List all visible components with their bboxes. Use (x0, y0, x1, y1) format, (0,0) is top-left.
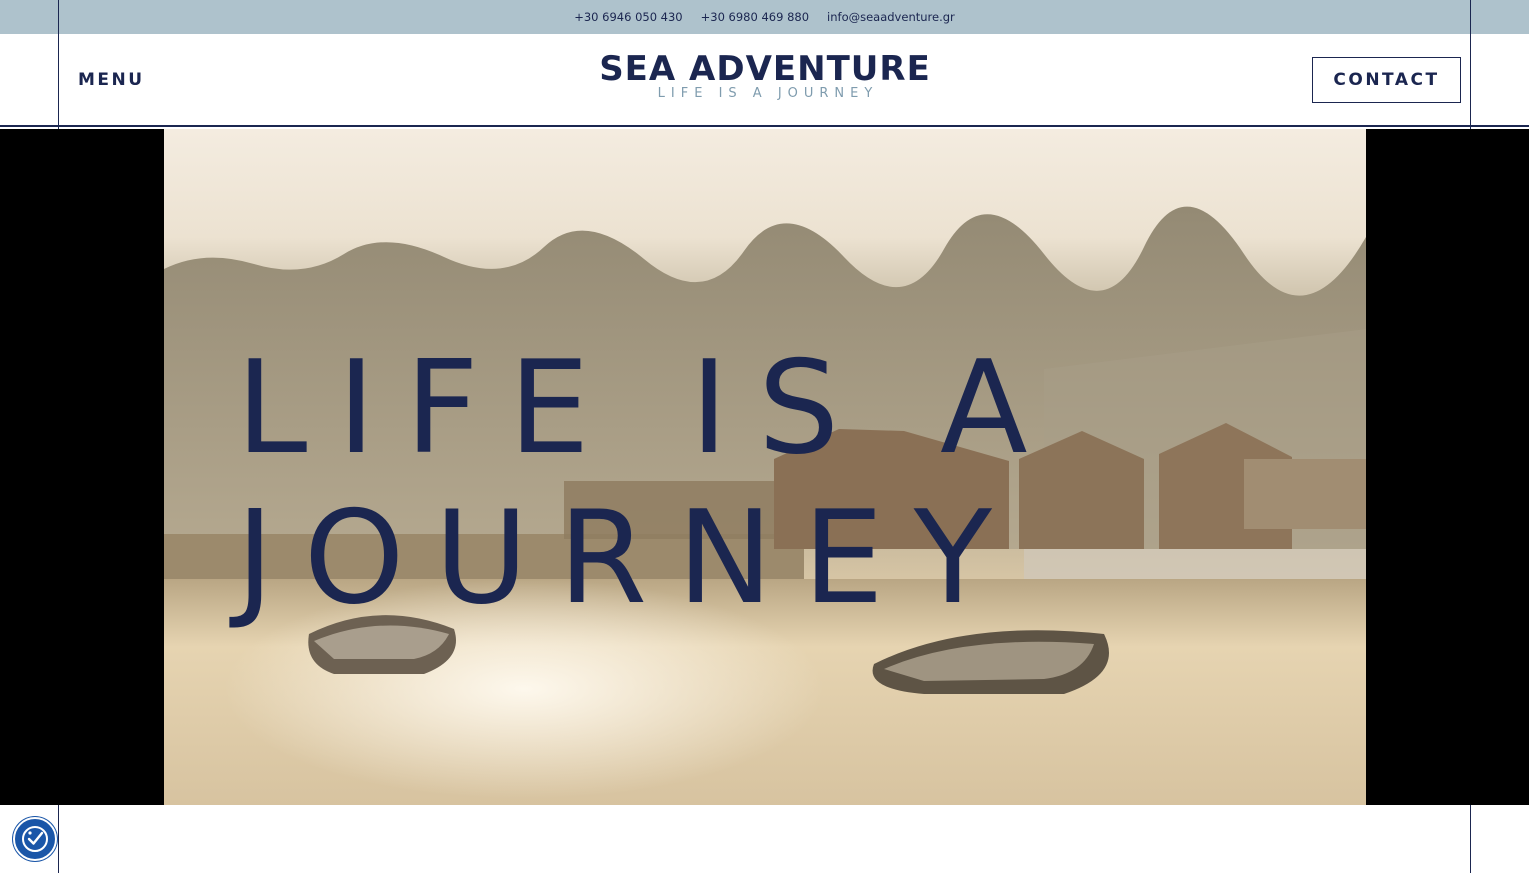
site-header: MENU SEA ADVENTURE LIFE IS A JOURNEY CON… (0, 34, 1529, 127)
hero-section: LIFE IS A JOURNEY (0, 129, 1529, 805)
brand-logo[interactable]: SEA ADVENTURE LIFE IS A JOURNEY (560, 49, 970, 101)
menu-button[interactable]: MENU (78, 70, 145, 90)
contact-button[interactable]: CONTACT (1312, 57, 1461, 103)
phone-link-2[interactable]: +30 6980 469 880 (701, 10, 809, 24)
frame-line-left-top (58, 0, 59, 129)
accessibility-icon (22, 826, 48, 852)
frame-line-right-bottom (1470, 805, 1471, 873)
hero-headline: LIFE IS A JOURNEY (236, 334, 1058, 634)
accessibility-button[interactable] (13, 817, 57, 861)
frame-line-right-top (1470, 0, 1471, 129)
phone-link-1[interactable]: +30 6946 050 430 (574, 10, 682, 24)
frame-line-left-bottom (58, 805, 59, 873)
top-contact-bar: +30 6946 050 430 +30 6980 469 880 info@s… (0, 0, 1529, 34)
headline-line-2: JOURNEY (236, 484, 1022, 633)
headline-line-1: LIFE IS A (236, 334, 1058, 483)
brand-name: SEA ADVENTURE (599, 49, 931, 89)
email-link[interactable]: info@seaadventure.gr (827, 10, 955, 24)
